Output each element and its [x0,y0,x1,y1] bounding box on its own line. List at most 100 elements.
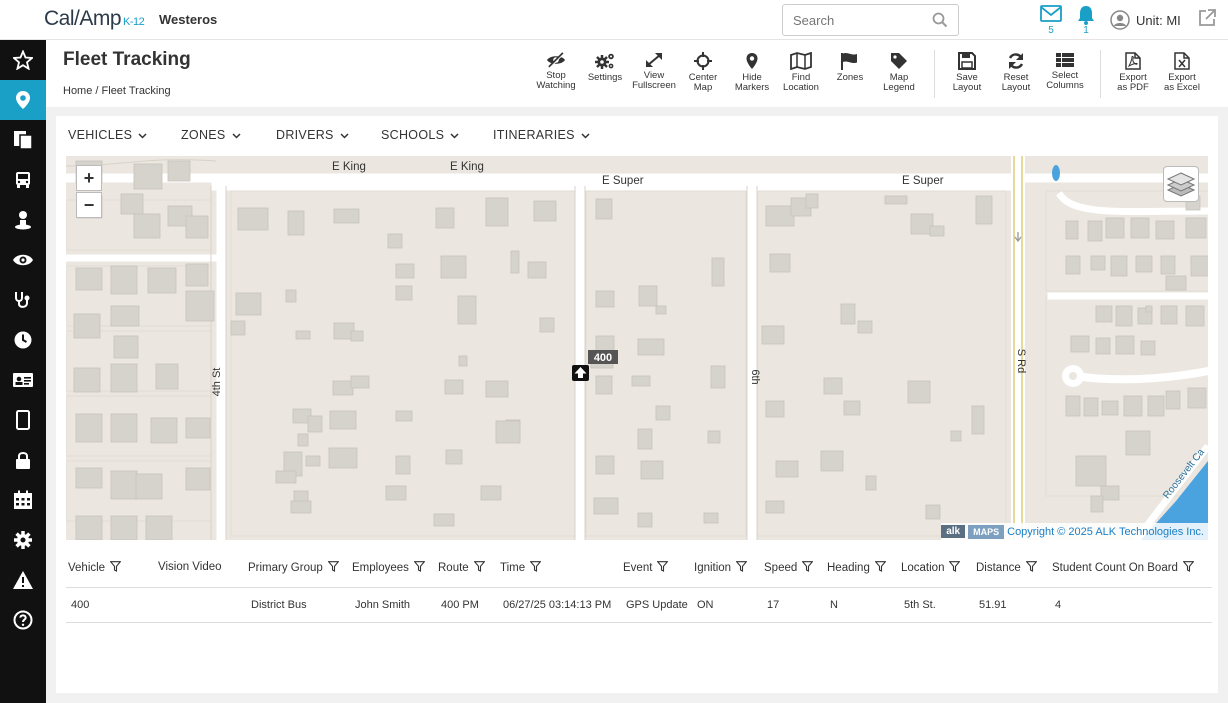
column-header-label: Location [901,562,945,574]
sidebar-item-settings[interactable] [0,520,46,560]
column-header[interactable]: Distance [976,561,1038,574]
column-header[interactable]: Employees [352,561,426,574]
filter-icon[interactable] [949,561,961,572]
export-excel-button[interactable]: Export as Excel [1158,52,1206,93]
tab-vehicles[interactable]: VEHICLES [68,128,147,142]
sidebar-item-favorites[interactable] [0,40,46,80]
column-header[interactable]: Location [901,561,961,574]
user-menu[interactable]: Unit: MI [1110,9,1181,31]
external-link-icon[interactable] [1197,8,1217,33]
sidebar-item-reports[interactable] [0,120,46,160]
filter-icon[interactable] [1025,561,1038,572]
sidebar-item-buses[interactable] [0,160,46,200]
hide-markers-button[interactable]: Hide Markers [728,52,776,93]
filter-icon[interactable] [735,561,748,572]
expand-icon [646,53,662,67]
find-location-button[interactable]: Find Location [777,52,825,93]
map-legend-button[interactable]: Map Legend [875,52,923,93]
filter-icon[interactable] [109,561,122,572]
column-header[interactable]: Heading [827,561,887,574]
user-label: Unit: MI [1136,12,1181,28]
export-pdf-button[interactable]: Export as PDF [1109,52,1157,93]
tab-drivers[interactable]: DRIVERS [276,128,349,142]
sidebar-item-cards[interactable] [0,360,46,400]
column-header[interactable]: Route [438,561,486,574]
gear-icon [14,531,32,549]
org-name: Westeros [159,12,218,27]
filter-icon[interactable] [473,561,486,572]
map-view[interactable]: E King E King E Super E Super 4th St 6th… [66,156,1208,540]
filter-icon[interactable] [327,561,340,572]
filter-icon[interactable] [529,561,542,572]
sidebar-item-calendar[interactable] [0,480,46,520]
street-label-4th-st: 4th St [211,368,223,397]
sidebar-item-tracking[interactable] [0,80,46,120]
center-map-button[interactable]: Center Map [679,52,727,93]
street-label-e-super-1: E Super [602,175,644,187]
refresh-icon [1008,53,1024,69]
table-cell: 5th St. [904,599,936,611]
messages-button[interactable]: 5 [1039,5,1063,36]
table-cell: District Bus [251,599,307,611]
tab-schools[interactable]: SCHOOLS [381,128,459,142]
clock-icon [14,331,32,349]
sidebar-item-devices[interactable] [0,400,46,440]
eye-icon [13,254,33,266]
sidebar-item-security[interactable] [0,440,46,480]
column-header-label: Heading [827,562,870,574]
street-label-6th: 6th [749,369,761,384]
reset-layout-button[interactable]: Reset Layout [992,52,1040,93]
table-row[interactable]: 400 District Bus John Smith 400 PM 06/27/25 … [66,588,1212,623]
breadcrumb-home[interactable]: Home [63,85,92,97]
tab-schools-label: SCHOOLS [381,128,445,142]
sidebar-item-vision[interactable] [0,240,46,280]
tab-zones-label: ZONES [181,128,226,142]
driver-icon [15,211,31,230]
eye-slash-icon [547,52,565,68]
zoom-out-button[interactable]: − [76,192,102,218]
filter-icon[interactable] [413,561,426,572]
column-header[interactable]: Vision Video [158,561,222,573]
bell-icon [1078,6,1094,25]
marker-icon [746,53,758,69]
column-header[interactable]: Student Count On Board [1052,561,1195,574]
zones-button[interactable]: Zones [826,52,874,83]
tab-itineraries[interactable]: ITINERARIES [493,128,590,142]
stop-watching-button[interactable]: Stop Watching [532,52,580,91]
search-box [782,4,959,36]
column-header[interactable]: Ignition [694,561,748,574]
column-header[interactable]: Speed [764,561,814,574]
layers-button[interactable] [1163,166,1199,202]
column-header[interactable]: Time [500,561,542,574]
filter-icon[interactable] [656,561,669,572]
tab-zones[interactable]: ZONES [181,128,241,142]
table-cell: 4 [1055,599,1062,611]
tab-drivers-label: DRIVERS [276,128,334,142]
view-fullscreen-button[interactable]: View Fullscreen [630,52,678,91]
save-layout-button[interactable]: Save Layout [943,52,991,93]
sidebar-item-history[interactable] [0,320,46,360]
alerts-button[interactable]: 1 [1074,5,1098,36]
sidebar-item-alerts[interactable] [0,560,46,600]
column-header[interactable]: Vehicle [68,561,122,574]
column-header[interactable]: Event [623,561,669,574]
stop-watching-label-2: Watching [536,80,576,91]
sidebar-item-drivers[interactable] [0,200,46,240]
sidebar-item-help[interactable] [0,600,46,640]
filter-icon[interactable] [874,561,887,572]
search-icon[interactable] [932,12,948,33]
filter-icon[interactable] [801,561,814,572]
app-logo[interactable]: Cal/Amp K-12 [44,7,145,31]
file-pdf-icon [1125,52,1141,70]
settings-button[interactable]: Settings [581,52,629,83]
table-cell: 51.91 [979,599,1007,611]
column-header[interactable]: Primary Group [248,561,340,574]
copyright-text[interactable]: Copyright © 2025 ALK Technologies Inc. [1007,526,1204,538]
envelope-icon [1040,5,1062,22]
filter-icon[interactable] [1182,561,1195,572]
calendar-icon [14,490,32,509]
select-columns-button[interactable]: Select Columns [1041,52,1089,91]
zoom-in-button[interactable]: + [76,165,102,191]
search-input[interactable] [783,5,923,35]
sidebar-item-health[interactable] [0,280,46,320]
